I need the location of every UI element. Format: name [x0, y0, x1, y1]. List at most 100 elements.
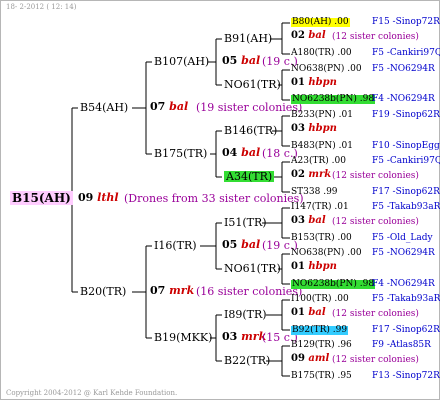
leaf-insemination-info: F5 -Takab93aR — [372, 294, 440, 304]
copyright-footer: Copyright 2004-2012 @ Karl Kehde Foundat… — [6, 389, 178, 397]
leaf-insemination-info: F9 -Atlas85R — [372, 340, 431, 350]
leaf-insemination-info: F5 -Cankiri97Q — [372, 156, 440, 166]
leaf-queen: A180(TR) .00 — [291, 48, 352, 58]
leaf-insemination-info: F4 -NO6294R — [372, 94, 435, 104]
leaf-queen: B175(TR) .95 — [291, 371, 352, 381]
leaf-insemination-info: F15 -Sinop72R — [372, 17, 440, 27]
leaf-gen-number: 09 — [291, 353, 305, 364]
leaf-insemination-info: F5 -Old_Lady — [372, 233, 433, 243]
leaf-queen: NO638(PN) .00 — [291, 64, 362, 74]
queen-b91: B91(AH) — [224, 32, 273, 45]
leaf-insemination-info: F10 -SinopEgg86R — [372, 141, 440, 151]
queen-b19: B19(MKK) — [154, 331, 213, 344]
leaf-breed: bal — [308, 307, 326, 318]
leaf-sister-note: (12 sister colonies) — [332, 309, 419, 319]
leaf-gen-number: 03 — [291, 123, 305, 134]
leaf-queen: B92(TR) .99 — [291, 325, 349, 335]
leaf-insemination-info: F5 -NO6294R — [372, 64, 435, 74]
queen-no61-upper: NO61(TR) — [224, 78, 281, 91]
leaf-gen-number: 01 — [291, 261, 305, 272]
leaf-queen: B129(TR) .96 — [291, 340, 352, 350]
connector-l3-a1 — [270, 22, 290, 55]
i16-gen-number: 05 — [222, 238, 238, 251]
i16-generation: 05 bal — [222, 239, 260, 250]
b175-generation: 04 bal — [222, 147, 260, 158]
leaf-queen: NO6238b(PN) .98 — [291, 279, 376, 289]
leaf-sister-note: (12 sister colonies) — [332, 171, 419, 181]
leaf-insemination-info: F5 -Takab93aR — [372, 202, 440, 212]
b54-sister-note: (19 sister colonies) — [196, 101, 303, 114]
leaf-queen: B80(AH) .00 — [291, 17, 350, 27]
leaf-queen: B233(PN) .01 — [291, 110, 353, 120]
leaf-breed: hbpn — [308, 123, 337, 134]
queen-i16: I16(TR) — [154, 239, 197, 252]
leaf-queen: I100(TR) .00 — [291, 294, 349, 304]
b175-breed: bal — [241, 146, 261, 159]
b54-gen-number: 07 — [150, 100, 166, 113]
leaf-generation: 02 mrk — [291, 170, 331, 180]
leaf-generation: 03 bal — [291, 216, 326, 226]
leaf-queen: I147(TR) .01 — [291, 202, 349, 212]
root-drone-note: (Drones from 33 sister colonies) — [124, 192, 304, 205]
b175-gen-number: 04 — [222, 146, 238, 159]
leaf-insemination-info: F17 -Sinop62R — [372, 325, 440, 335]
leaf-generation: 01 hbpn — [291, 78, 337, 88]
leaf-generation: 03 hbpn — [291, 124, 337, 134]
leaf-insemination-info: F5 -Cankiri97Q — [372, 48, 440, 58]
connector-l3-d1 — [266, 299, 290, 331]
leaf-insemination-info: F13 -Sinop72R — [372, 371, 440, 381]
connector-l2-a — [208, 38, 222, 86]
queen-i51: I51(TR) — [224, 216, 267, 229]
leaf-queen: NO638(PN) .00 — [291, 248, 362, 258]
leaf-breed: mrk — [308, 169, 332, 180]
root-gen-number: 09 — [78, 191, 94, 204]
leaf-sister-note: (12 sister colonies) — [332, 355, 419, 365]
b20-sister-note: (16 sister colonies) — [196, 285, 303, 298]
b20-breed: mrk — [169, 284, 195, 297]
i16-breed: bal — [241, 238, 261, 251]
leaf-insemination-info: F5 -NO6294R — [372, 248, 435, 258]
leaf-gen-number: 02 — [291, 169, 305, 180]
queen-b20: B20(TR) — [80, 285, 127, 298]
leaf-gen-number: 03 — [291, 215, 305, 226]
b107-breed: bal — [241, 54, 261, 67]
root-generation: 09 lthl — [78, 192, 119, 203]
queen-b22: B22(TR) — [224, 354, 271, 367]
leaf-generation: 09 aml — [291, 354, 329, 364]
leaf-gen-number: 02 — [291, 30, 305, 41]
leaf-breed: bal — [308, 215, 326, 226]
queen-b175: B175(TR) — [154, 147, 208, 160]
leaf-generation: 01 hbpn — [291, 262, 337, 272]
leaf-insemination-info: F4 -NO6294R — [372, 279, 435, 289]
b19-gen-number: 03 — [222, 330, 238, 343]
leaf-sister-note: (12 sister colonies) — [332, 217, 419, 227]
root-breed: lthl — [97, 191, 119, 204]
leaf-queen: NO6238b(PN) .98 — [291, 94, 376, 104]
b20-generation: 07 mrk — [150, 285, 194, 296]
queen-b54: B54(AH) — [80, 101, 129, 114]
leaf-breed: bal — [308, 30, 326, 41]
b54-breed: bal — [169, 100, 189, 113]
queen-root: B15(AH) — [10, 191, 73, 205]
queen-no61-lower: NO61(TR) — [224, 262, 281, 275]
leaf-breed: hbpn — [308, 77, 337, 88]
b19-generation: 03 mrk — [222, 331, 266, 342]
b107-generation: 05 bal — [222, 55, 260, 66]
connector-l2-c — [200, 222, 222, 270]
leaf-queen: B483(PN) .01 — [291, 141, 353, 151]
queen-i89: I89(TR) — [224, 308, 267, 321]
leaf-sister-note: (12 sister colonies) — [332, 32, 419, 42]
leaf-generation: 01 bal — [291, 308, 326, 318]
queen-b107: B107(AH) — [154, 55, 210, 68]
leaf-gen-number: 01 — [291, 77, 305, 88]
leaf-insemination-info: F17 -Sinop62R — [372, 187, 440, 197]
leaf-breed: aml — [308, 353, 330, 364]
timestamp: 18- 2-2012 ( 12: 14) — [6, 3, 77, 11]
queen-a34: A34(TR) — [224, 170, 275, 183]
leaf-queen: B153(TR) .00 — [291, 233, 352, 243]
connector-l1-upper — [132, 61, 152, 155]
leaf-queen: A23(TR) .00 — [291, 156, 346, 166]
connector-l2-b — [210, 130, 222, 178]
b20-gen-number: 07 — [150, 284, 166, 297]
leaf-insemination-info: F19 -Sinop62R — [372, 110, 440, 120]
